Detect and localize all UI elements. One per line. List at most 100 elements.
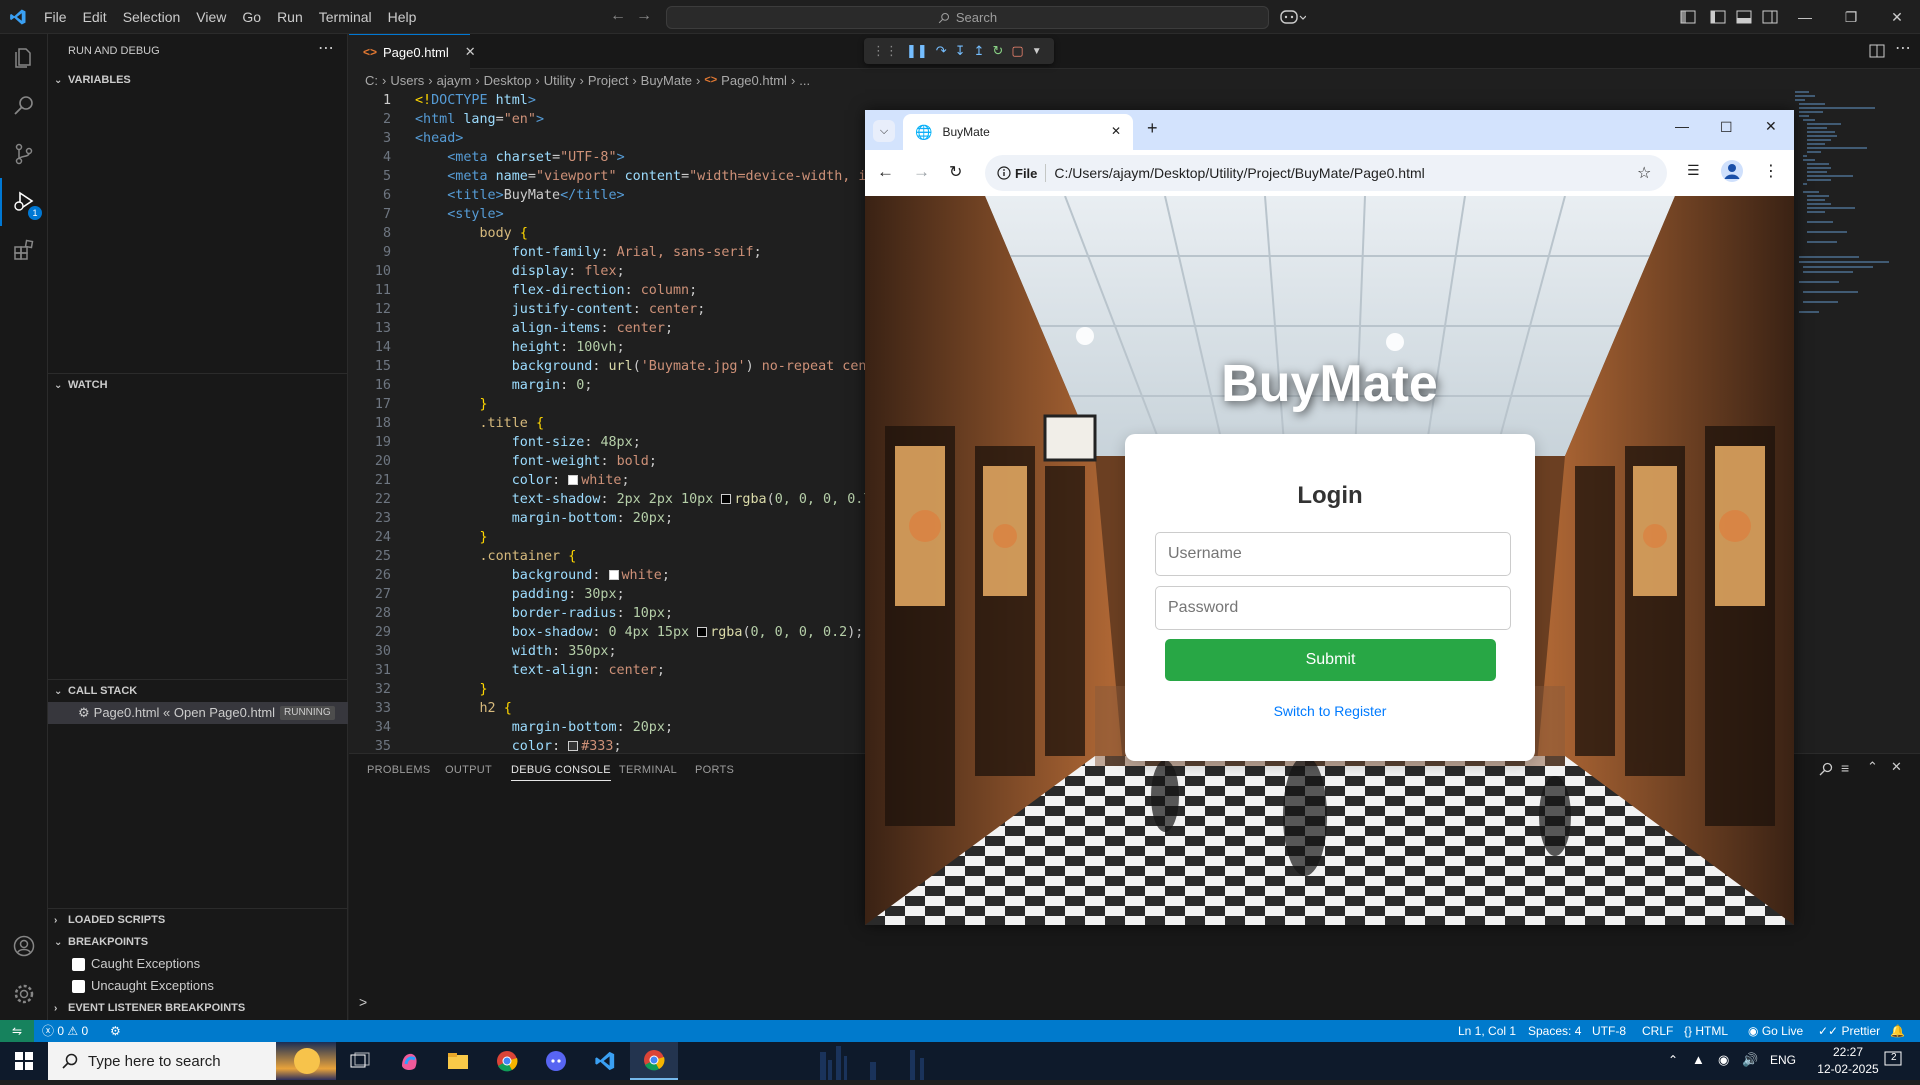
code-line[interactable]: } (415, 528, 488, 547)
line-number[interactable]: 14 (349, 338, 391, 357)
step-into-icon[interactable]: ↧ (955, 43, 966, 59)
restore-icon[interactable]: ❐ (1828, 0, 1874, 34)
line-number[interactable]: 31 (349, 661, 391, 680)
line-number[interactable]: 5 (349, 167, 391, 186)
menu-go[interactable]: Go (234, 0, 269, 34)
more-actions-icon[interactable]: ⋯ (318, 38, 334, 58)
menu-file[interactable]: File (36, 0, 75, 34)
code-line[interactable]: flex-direction: column; (415, 281, 697, 300)
line-number[interactable]: 23 (349, 509, 391, 528)
site-info-chip[interactable]: File (997, 166, 1037, 181)
line-number[interactable]: 8 (349, 224, 391, 243)
task-view-icon[interactable] (336, 1042, 384, 1080)
close-icon[interactable]: ✕ (1874, 0, 1920, 34)
meet-now-icon[interactable]: ▲ (1692, 1052, 1705, 1067)
password-input[interactable]: Password (1155, 586, 1511, 630)
code-line[interactable]: margin-bottom: 20px; (415, 718, 673, 737)
code-line[interactable]: margin: 0; (415, 376, 593, 395)
reload-icon[interactable]: ↻ (949, 162, 962, 182)
section-variables[interactable]: ⌄ VARIABLES (48, 69, 348, 91)
problems-indicator[interactable]: ⓧ 0 ⚠ 0 (42, 1020, 88, 1042)
line-number[interactable]: 17 (349, 395, 391, 414)
code-line[interactable]: text-align: center; (415, 661, 665, 680)
bell-icon[interactable]: 🔔 (1890, 1020, 1905, 1042)
line-number[interactable]: 27 (349, 585, 391, 604)
more-actions-icon[interactable]: ⋯ (1895, 38, 1911, 58)
menu-terminal[interactable]: Terminal (311, 0, 380, 34)
menu-help[interactable]: Help (380, 0, 425, 34)
toggle-primary-sidebar-icon[interactable] (1710, 9, 1726, 28)
bp-caught-row[interactable]: Caught Exceptions (72, 953, 200, 975)
tab-ports[interactable]: PORTS (695, 764, 734, 776)
line-number[interactable]: 32 (349, 680, 391, 699)
code-line[interactable]: background: url('Buymate.jpg') no-repeat… (415, 357, 883, 376)
checkbox[interactable] (72, 957, 85, 971)
command-center-search[interactable]: Search (666, 6, 1269, 29)
code-line[interactable]: width: 350px; (415, 642, 617, 661)
line-number[interactable]: 28 (349, 604, 391, 623)
section-breakpoints[interactable]: ⌄ BREAKPOINTS (48, 931, 348, 953)
code-line[interactable]: font-size: 48px; (415, 433, 641, 452)
close-icon[interactable]: ✕ (1111, 124, 1121, 138)
section-loaded-scripts[interactable]: › LOADED SCRIPTS (48, 909, 348, 931)
pause-icon[interactable]: ❚❚ (906, 43, 928, 59)
code-line[interactable]: h2 { (415, 699, 512, 718)
line-number[interactable]: 16 (349, 376, 391, 395)
restart-icon[interactable]: ↻ (993, 43, 1004, 59)
color-swatch[interactable] (568, 741, 579, 751)
code-line[interactable]: color: #333; (415, 737, 622, 752)
code-line[interactable]: display: flex; (415, 262, 625, 281)
switch-to-register-link[interactable]: Switch to Register (1125, 703, 1535, 719)
extensions-icon[interactable] (0, 226, 48, 274)
code-line[interactable]: color: white; (415, 471, 630, 490)
close-icon[interactable]: ✕ (1765, 118, 1777, 135)
console-prompt[interactable]: > (359, 994, 367, 1010)
code-line[interactable]: height: 100vh; (415, 338, 625, 357)
breadcrumb-item[interactable]: Desktop (484, 73, 532, 88)
input-language[interactable]: ENG (1770, 1053, 1796, 1067)
color-swatch[interactable] (697, 627, 708, 637)
step-over-icon[interactable]: ↷ (936, 43, 947, 59)
copilot-icon[interactable] (1280, 8, 1307, 29)
stop-icon[interactable]: ▢ (1011, 43, 1023, 59)
submit-button[interactable]: Submit (1165, 639, 1496, 681)
go-live-button[interactable]: ◉ Go Live (1748, 1020, 1803, 1042)
line-number[interactable]: 18 (349, 414, 391, 433)
minimize-icon[interactable]: — (1782, 0, 1828, 34)
line-number[interactable]: 33 (349, 699, 391, 718)
maximize-panel-icon[interactable]: ⌃ (1867, 759, 1878, 775)
file-explorer-icon[interactable] (434, 1042, 482, 1080)
code-line[interactable]: <meta name="viewport" content="width=dev… (415, 167, 882, 186)
section-call-stack[interactable]: ⌄ CALL STACK (48, 680, 348, 702)
toggle-sidebar-icon[interactable] (1680, 9, 1696, 28)
code-line[interactable]: align-items: center; (415, 319, 673, 338)
prettier-button[interactable]: ✓✓ Prettier (1818, 1020, 1880, 1042)
debug-status-icon[interactable]: ⚙ (110, 1020, 121, 1042)
line-number[interactable]: 12 (349, 300, 391, 319)
code-line[interactable]: } (415, 395, 488, 414)
tab-problems[interactable]: PROBLEMS (367, 764, 431, 776)
vscode-taskbar-icon[interactable] (581, 1042, 629, 1080)
tab-page0[interactable]: <> Page0.html ✕ (349, 34, 476, 69)
filter-search-icon[interactable] (1819, 762, 1833, 781)
chrome-icon[interactable] (483, 1042, 531, 1080)
section-watch[interactable]: ⌄ WATCH (48, 374, 348, 396)
line-number[interactable]: 9 (349, 243, 391, 262)
code-line[interactable]: .container { (415, 547, 577, 566)
run-debug-icon[interactable]: 1 (0, 178, 48, 226)
code-line[interactable]: margin-bottom: 20px; (415, 509, 673, 528)
indentation[interactable]: Spaces: 4 (1528, 1020, 1581, 1042)
code-line[interactable]: <style> (415, 205, 503, 224)
menu-edit[interactable]: Edit (75, 0, 115, 34)
maximize-icon[interactable]: ☐ (1720, 119, 1733, 136)
drag-handle-icon[interactable]: ⋮⋮ (872, 43, 898, 59)
code-line[interactable]: <meta charset="UTF-8"> (415, 148, 624, 167)
code-line[interactable]: border-radius: 10px; (415, 604, 673, 623)
chrome-active-icon[interactable] (630, 1042, 678, 1080)
clock[interactable]: 22:27 12-02-2025 (1812, 1044, 1884, 1078)
media-controls-icon[interactable]: ☰ (1687, 162, 1700, 179)
line-number[interactable]: 3 (349, 129, 391, 148)
breadcrumb-item[interactable]: C: (365, 73, 378, 88)
breadcrumb-item[interactable]: ajaym (437, 73, 472, 88)
back-arrow-icon[interactable]: ← (610, 7, 626, 25)
